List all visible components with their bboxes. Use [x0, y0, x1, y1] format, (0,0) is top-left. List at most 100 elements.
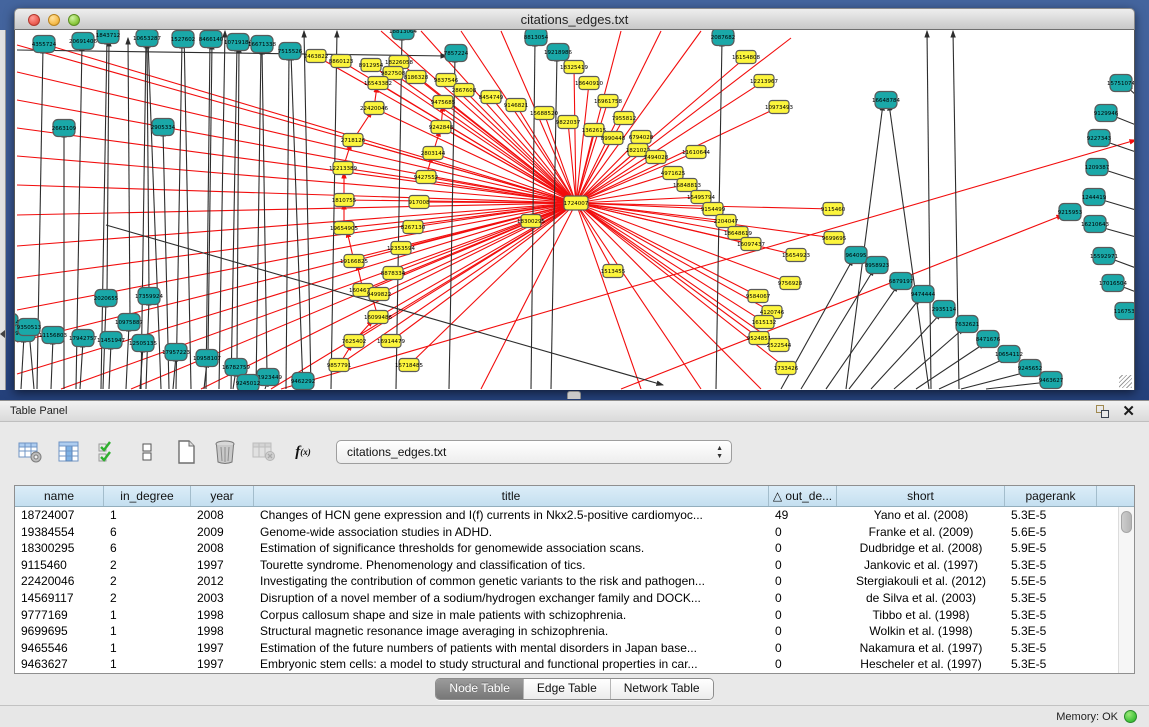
- graph-node[interactable]: 20691406: [69, 33, 97, 50]
- graph-node[interactable]: 2935114: [932, 301, 957, 318]
- graph-node[interactable]: 7857224: [444, 45, 469, 62]
- graph-node[interactable]: 18300295: [517, 215, 545, 228]
- graph-node[interactable]: 7463822: [304, 50, 329, 63]
- graph-node[interactable]: 9427552: [414, 171, 439, 184]
- graph-node[interactable]: 16648784: [872, 92, 900, 109]
- graph-node[interactable]: 7494028: [644, 151, 669, 164]
- graph-node[interactable]: 1513455: [601, 265, 626, 278]
- graph-node[interactable]: 9463627: [1039, 372, 1064, 389]
- graph-node[interactable]: 19218986: [544, 44, 572, 61]
- graph-node[interactable]: 8990448: [601, 132, 626, 145]
- function-builder-button[interactable]: f(x): [289, 438, 317, 466]
- graph-node[interactable]: 8466140: [199, 31, 224, 48]
- graph-node[interactable]: 16782759: [222, 359, 250, 376]
- graph-node[interactable]: 2020655: [94, 290, 119, 307]
- vertical-scrollbar[interactable]: [1118, 507, 1134, 673]
- table-row[interactable]: 2242004622012Investigating the contribut…: [15, 573, 1118, 590]
- graph-node[interactable]: 11610644: [682, 146, 710, 159]
- close-panel-icon[interactable]: ✕: [1122, 402, 1135, 422]
- graph-node[interactable]: 9499822: [367, 288, 392, 301]
- tab-node-table[interactable]: Node Table: [436, 679, 523, 699]
- graph-node[interactable]: 16097437: [737, 238, 765, 251]
- graph-node[interactable]: 12213967: [750, 75, 778, 88]
- graph-node[interactable]: 4355724: [32, 36, 57, 53]
- column-header-year[interactable]: year: [191, 486, 254, 506]
- graph-node[interactable]: 17016504: [1099, 275, 1127, 292]
- graph-node[interactable]: 18325419: [560, 61, 588, 74]
- graph-node[interactable]: 7955812: [612, 112, 637, 125]
- graph-node[interactable]: 7515526: [278, 43, 303, 60]
- table-settings-button[interactable]: [16, 438, 44, 466]
- delete-table-button-disabled[interactable]: [250, 438, 278, 466]
- graph-node[interactable]: 15592971: [1090, 248, 1118, 265]
- graph-node[interactable]: 15654923: [782, 249, 810, 262]
- graph-node[interactable]: 18640910: [575, 77, 603, 90]
- table-row[interactable]: 911546021997Tourette syndrome. Phenomeno…: [15, 557, 1118, 574]
- select-all-button[interactable]: [94, 438, 122, 466]
- graph-node[interactable]: 19166825: [340, 255, 368, 268]
- graph-node[interactable]: 8958923: [865, 257, 890, 274]
- graph-node[interactable]: 8860123: [329, 55, 354, 68]
- tab-network-table[interactable]: Network Table: [610, 679, 713, 699]
- graph-node[interactable]: 16961758: [594, 95, 622, 108]
- graph-node[interactable]: 964095: [845, 247, 867, 264]
- window-resize-grip[interactable]: [1119, 375, 1132, 388]
- graph-node[interactable]: 9475685: [431, 96, 456, 109]
- graph-node[interactable]: 1733426: [774, 362, 799, 375]
- tab-edge-table[interactable]: Edge Table: [523, 679, 610, 699]
- column-visibility-button[interactable]: [55, 438, 83, 466]
- graph-node[interactable]: 8471676: [976, 331, 1001, 348]
- graph-node[interactable]: 1810755: [332, 194, 357, 207]
- new-column-button[interactable]: [172, 438, 200, 466]
- graph-node[interactable]: 9822037: [556, 116, 581, 129]
- row-height-button[interactable]: [133, 438, 161, 466]
- graph-node[interactable]: 10958107: [193, 350, 221, 367]
- graph-node[interactable]: 2803144: [421, 147, 446, 160]
- graph-node[interactable]: 9584067: [746, 290, 771, 303]
- panel-collapse-arrow-icon[interactable]: [0, 330, 5, 338]
- graph-node[interactable]: 7632621: [955, 316, 980, 333]
- graph-node[interactable]: 16848813: [673, 179, 701, 192]
- graph-node[interactable]: 8267130: [401, 221, 426, 234]
- graph-node[interactable]: 1244419: [1082, 189, 1107, 206]
- graph-node[interactable]: 9242848: [429, 121, 454, 134]
- graph-node[interactable]: 2204047: [714, 215, 739, 228]
- graph-node[interactable]: 9215953: [1058, 204, 1083, 221]
- table-row[interactable]: 969969511998Structural magnetic resonanc…: [15, 623, 1118, 640]
- graph-node[interactable]: 2718126: [341, 134, 366, 147]
- graph-node[interactable]: 22420046: [360, 102, 388, 115]
- citation-network-graph[interactable]: 8860123891295418226058982750881863281654…: [15, 30, 1135, 390]
- graph-node[interactable]: 16914479: [377, 335, 405, 348]
- graph-node[interactable]: 17957223: [162, 344, 190, 361]
- float-panel-icon[interactable]: [1096, 405, 1109, 418]
- graph-node[interactable]: 12213389: [329, 162, 357, 175]
- graph-node[interactable]: 10654112: [995, 346, 1023, 363]
- graph-node[interactable]: 11156803: [39, 327, 67, 344]
- graph-node[interactable]: 8878334: [381, 267, 406, 280]
- graph-node[interactable]: 917008: [409, 196, 430, 209]
- table-row[interactable]: 1938455462009Genome-wide association stu…: [15, 524, 1118, 541]
- graph-node[interactable]: 9474444: [911, 286, 936, 303]
- graph-node[interactable]: 16543382: [364, 77, 392, 90]
- graph-node[interactable]: 7625402: [342, 335, 367, 348]
- graph-node[interactable]: 6879197: [889, 273, 914, 290]
- graph-node[interactable]: 4971625: [661, 167, 686, 180]
- graph-node[interactable]: 2522544: [767, 339, 792, 352]
- graph-node[interactable]: 2663109: [52, 120, 77, 137]
- graph-node[interactable]: 18813064: [389, 30, 417, 40]
- graph-hub-node[interactable]: 1724007: [564, 196, 589, 210]
- graph-node[interactable]: 9756928: [778, 277, 803, 290]
- graph-node[interactable]: 1167533: [1114, 303, 1135, 320]
- graph-node[interactable]: 15495794: [687, 191, 715, 204]
- table-row[interactable]: 1830029562008Estimation of significance …: [15, 540, 1118, 557]
- graph-node[interactable]: 1843712: [96, 30, 121, 44]
- network-window-titlebar[interactable]: citations_edges.txt: [14, 8, 1135, 30]
- table-row[interactable]: 1456911722003Disruption of a novel membe…: [15, 590, 1118, 607]
- graph-node[interactable]: 9699695: [822, 232, 847, 245]
- graph-node[interactable]: 16099486: [364, 311, 392, 324]
- graph-node[interactable]: 16671338: [248, 36, 276, 53]
- graph-node[interactable]: 9227343: [1087, 130, 1112, 147]
- column-header-out_degree[interactable]: △ out_de...: [769, 486, 837, 506]
- graph-node[interactable]: 8912954: [359, 59, 384, 72]
- graph-node[interactable]: 16210643: [1081, 216, 1109, 233]
